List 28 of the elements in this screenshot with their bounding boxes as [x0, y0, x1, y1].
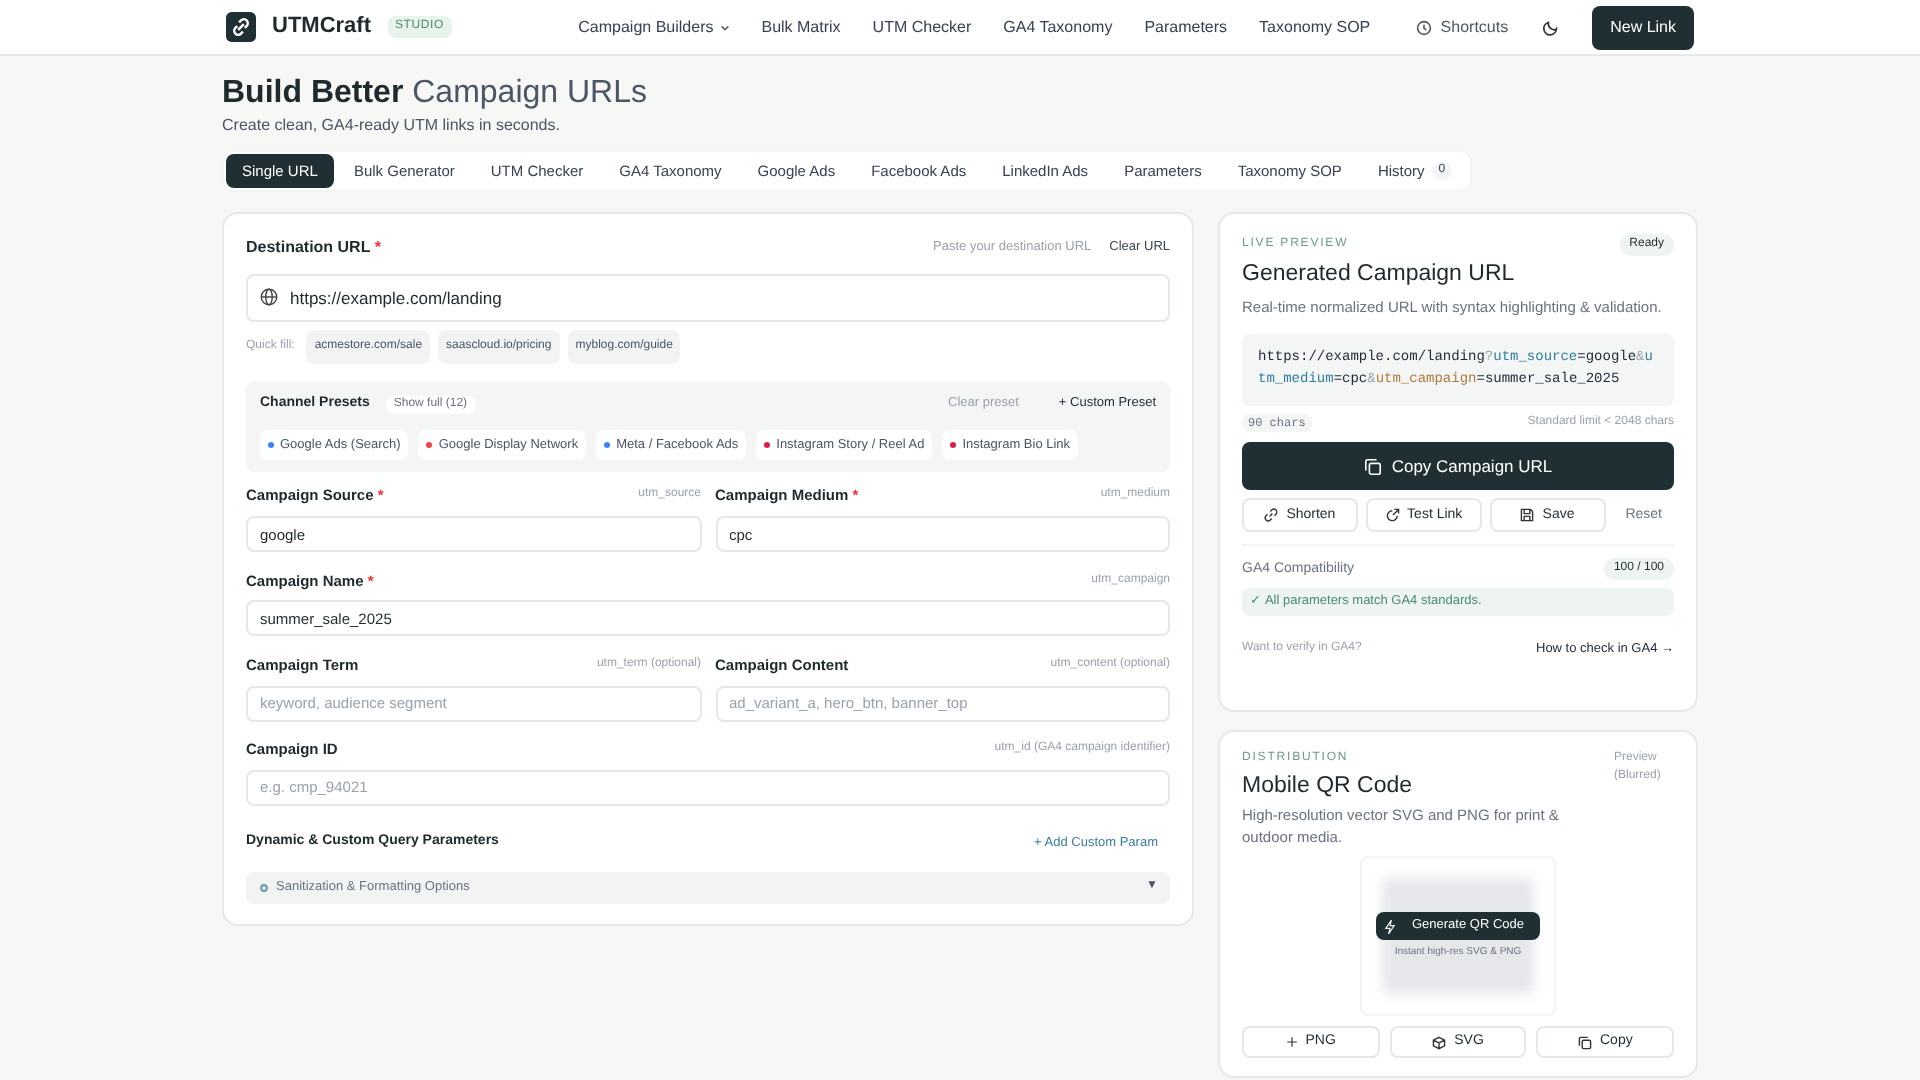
card-title: Mobile QR Code — [1242, 772, 1413, 802]
nav-link[interactable]: Bulk Matrix — [761, 15, 841, 39]
external-link-icon — [1385, 508, 1400, 523]
package-icon — [1432, 1035, 1447, 1050]
url-input-field[interactable]: https://example.com/landing — [246, 274, 1170, 322]
page-title: Build Better Campaign URLs — [222, 76, 648, 110]
moon-icon — [1541, 18, 1560, 36]
caret-icon — [719, 23, 730, 31]
field-label: Destination URL * — [246, 236, 381, 260]
nav-link[interactable]: Parameters — [1144, 15, 1228, 39]
page-subtitle: Create clean, GA4-ready UTM links in seconds. — [222, 114, 562, 138]
nav-link[interactable]: Campaign Builders — [578, 15, 730, 39]
shortcuts-button[interactable]: Shortcuts — [1416, 15, 1509, 39]
chain-link-icon — [226, 12, 256, 42]
card-title: Generated Campaign URL — [1242, 260, 1517, 290]
lightning-icon — [1384, 919, 1396, 933]
copy-icon — [1363, 457, 1382, 476]
nav-link[interactable]: UTM Checker — [872, 15, 972, 39]
copy-icon — [1578, 1035, 1592, 1050]
nav-link[interactable]: Taxonomy SOP — [1259, 15, 1371, 39]
new-link-button[interactable]: New Link — [1592, 5, 1694, 49]
plus-icon — [1285, 1036, 1298, 1049]
copy-url-button[interactable]: Copy Campaign URL — [1242, 442, 1674, 491]
clock-icon — [1416, 19, 1433, 35]
globe-icon — [260, 287, 278, 305]
link-icon — [1264, 508, 1279, 523]
brand-name[interactable]: UTMCraft — [272, 10, 371, 44]
nav-link[interactable]: GA4 Taxonomy — [1003, 15, 1113, 39]
